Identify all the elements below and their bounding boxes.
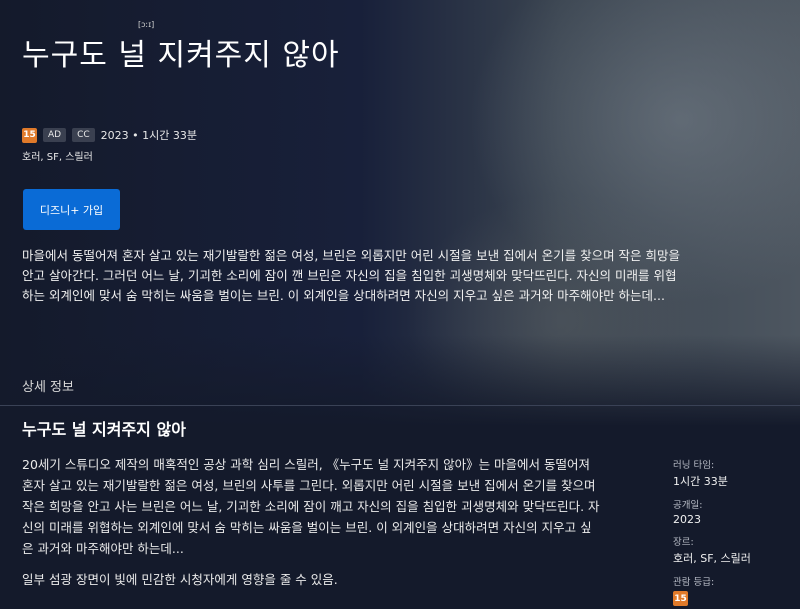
page-title: 누구도 널 지켜주지 않아 [22,38,340,73]
content-page: [ɔːɪ] 누구도 널 지켜주지 않아 15 AD CC 2023 • 1시간 … [0,0,800,609]
rating-value-badge: 15 [673,591,688,606]
title-mark: [ɔːɪ] [138,20,155,29]
details-section-label: 상세 정보 [22,380,74,395]
join-disney-plus-button[interactable]: 디즈니+ 가입 [23,189,120,230]
closed-captions-icon: CC [72,128,95,142]
release-value: 2023 [673,513,701,526]
synopsis: 마을에서 동떨어져 혼자 살고 있는 재기발랄한 젊은 여성, 브린은 외롭지만… [22,248,681,303]
content-advisory: 일부 섬광 장면이 빛에 민감한 시청자에게 영향을 줄 수 있음. [22,572,338,587]
rating-label: 관람 등급: [673,577,715,588]
audio-description-icon: AD [43,128,67,142]
genres: 호러, SF, 스릴러 [22,152,93,163]
genre-label: 장르: [673,537,694,548]
meta-row: 15 AD CC 2023 • 1시간 33분 [22,127,197,143]
year-runtime: 2023 • 1시간 33분 [100,129,197,142]
runtime-label: 러닝 타임: [673,460,715,471]
details-sidebar: 러닝 타임: 1시간 33분 공개일: 2023 장르: 호러, SF, 스릴러… [673,457,793,606]
age-rating-badge: 15 [22,127,37,143]
divider [0,405,800,406]
details-title: 누구도 널 지켜주지 않아 [22,420,186,439]
details-description: 20세기 스튜디오 제작의 매혹적인 공상 과학 심리 스릴러, 《누구도 널 … [22,457,600,556]
release-label: 공개일: [673,500,703,511]
genre-value: 호러, SF, 스릴러 [673,552,751,565]
runtime-value: 1시간 33분 [673,475,728,488]
